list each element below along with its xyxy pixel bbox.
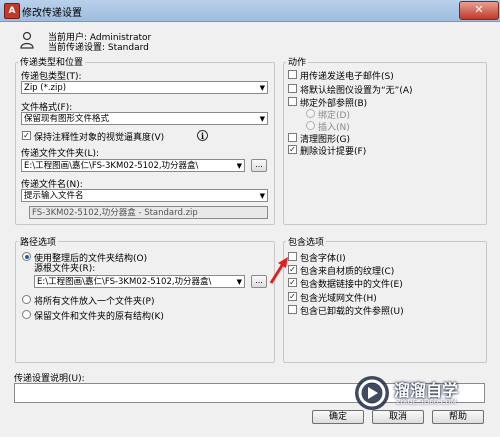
source-root-label: 源根文件夹(R): bbox=[34, 264, 96, 274]
info-icon[interactable]: i bbox=[197, 130, 208, 141]
current-setting: 当前传递设置: Standard bbox=[48, 43, 149, 53]
folder-label: 传递文件文件夹(L): bbox=[21, 149, 100, 159]
keep-structure-label: 保留文件和文件夹的原有结构(K) bbox=[34, 312, 164, 322]
include-photometric-checkbox[interactable]: ✓ bbox=[288, 292, 297, 301]
bind-radio[interactable] bbox=[306, 109, 315, 118]
plotter-none-label: 将默认绘图仪设置为“无”(A) bbox=[300, 86, 413, 96]
user-icon bbox=[20, 31, 34, 49]
file-format-select[interactable]: 保留现有图形文件格式 ▼ bbox=[21, 112, 268, 125]
keep-scale-checkbox[interactable]: ✓ bbox=[22, 131, 31, 140]
include-data-links-label: 包含数据链接中的文件(E) bbox=[300, 280, 403, 290]
filename-select[interactable]: 提示输入文件名 ▼ bbox=[21, 189, 268, 202]
window-title: 修改传递设置 bbox=[22, 8, 82, 19]
purge-checkbox[interactable] bbox=[288, 133, 297, 142]
watermark-url: ZIXUE.3D66.COM bbox=[396, 398, 457, 406]
actions-group-label: 动作 bbox=[286, 55, 309, 68]
keep-scale-label: 保持注释性对象的视觉逼真度(V) bbox=[34, 133, 165, 143]
browse-folder-button[interactable]: ... bbox=[251, 159, 267, 172]
include-fonts-label: 包含字体(I) bbox=[300, 254, 346, 264]
bind-xref-checkbox[interactable] bbox=[288, 97, 297, 106]
dialog-window: A 修改传递设置 ✕ 当前用户: Administrator 当前传递设置: S… bbox=[0, 0, 500, 437]
chevron-down-icon: ▼ bbox=[259, 192, 265, 200]
send-email-checkbox[interactable] bbox=[288, 70, 297, 79]
red-pointer-arrow bbox=[269, 257, 288, 284]
watermark-logo-icon bbox=[355, 376, 389, 410]
insert-radio[interactable] bbox=[306, 121, 315, 130]
include-unloaded-xref-label: 包含已卸载的文件参照(U) bbox=[300, 307, 404, 317]
include-textures-label: 包含来自材质的纹理(C) bbox=[300, 267, 395, 277]
title-bar: A 修改传递设置 ✕ bbox=[0, 0, 500, 22]
single-folder-radio[interactable] bbox=[22, 295, 31, 304]
folder-select[interactable]: E:\工程图画\嘉仁\FS-3KM02-5102,功分器盒\ ▼ bbox=[21, 159, 245, 172]
send-email-label: 用传递发送电子邮件(S) bbox=[300, 72, 394, 82]
autocad-app-icon: A bbox=[4, 3, 20, 19]
keep-structure-radio[interactable] bbox=[22, 310, 31, 319]
transmittal-type-group-label: 传递类型和位置 bbox=[18, 55, 86, 68]
include-options-group-label: 包含选项 bbox=[286, 235, 327, 248]
chevron-down-icon: ▼ bbox=[236, 162, 242, 170]
plotter-none-checkbox[interactable] bbox=[288, 84, 297, 93]
organized-folder-radio[interactable] bbox=[22, 252, 31, 261]
package-type-select[interactable]: Zip (*.zip) ▼ bbox=[21, 81, 268, 94]
single-folder-label: 将所有文件放入一个文件夹(P) bbox=[34, 297, 155, 307]
source-root-select[interactable]: E:\工程图画\嘉仁\FS-3KM02-5102,功分器盒\ ▼ bbox=[34, 275, 245, 288]
include-unloaded-xref-checkbox[interactable] bbox=[288, 305, 297, 314]
browse-source-root-button[interactable]: ... bbox=[251, 275, 267, 288]
path-options-group-label: 路径选项 bbox=[18, 235, 59, 248]
watermark: 溜溜自学 ZIXUE.3D66.COM bbox=[352, 373, 472, 413]
chevron-down-icon: ▼ bbox=[259, 84, 265, 92]
close-button[interactable]: ✕ bbox=[459, 1, 499, 20]
chevron-down-icon: ▼ bbox=[259, 115, 265, 123]
remove-signature-checkbox[interactable]: ✓ bbox=[288, 145, 297, 154]
filename-preview: FS-3KM02-5102,功分器盒 - Standard.zip bbox=[29, 206, 268, 219]
include-photometric-label: 包含光域网文件(H) bbox=[300, 294, 377, 304]
chevron-down-icon: ▼ bbox=[236, 278, 242, 286]
remove-signature-label: 删除设计提要(F) bbox=[300, 147, 367, 157]
